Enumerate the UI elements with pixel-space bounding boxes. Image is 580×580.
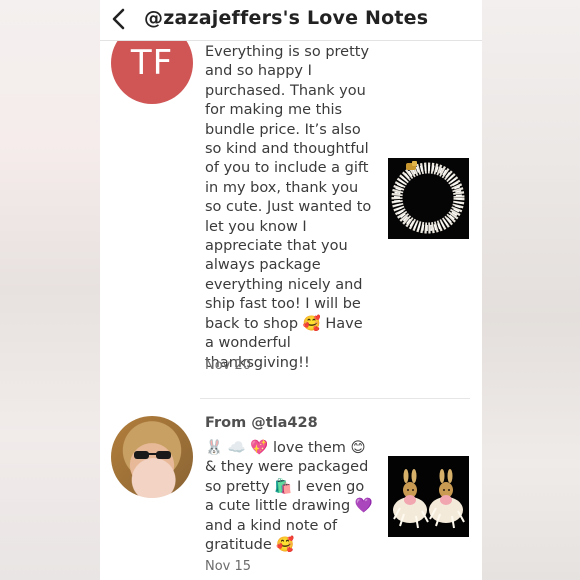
note-date: Nov 20	[205, 358, 252, 373]
note-message: 🐰 ☁️ 💖 love them 😊 & they were packaged …	[205, 440, 373, 554]
blurred-background-right	[480, 0, 580, 580]
sunglasses-icon	[134, 451, 171, 459]
note-date: Nov 15	[205, 559, 252, 574]
page-title: @zazajeffers's Love Notes	[144, 7, 429, 29]
blurred-background-left	[0, 0, 100, 580]
note-author[interactable]: From @tla428	[205, 415, 318, 431]
bunny-earrings-image[interactable]	[388, 456, 469, 537]
beaded-bracelet-image[interactable]	[388, 158, 469, 239]
note-message: Everything is so pretty and so happy I p…	[205, 44, 372, 371]
love-notes-screen: @zazajeffers's Love Notes TF Everything …	[100, 0, 482, 580]
divider	[200, 398, 470, 399]
avatar[interactable]	[111, 416, 193, 498]
back-arrow-icon[interactable]	[108, 7, 130, 31]
love-note-item: TF Everything is so pretty and so happy …	[100, 0, 482, 398]
top-bar: @zazajeffers's Love Notes	[100, 0, 482, 41]
